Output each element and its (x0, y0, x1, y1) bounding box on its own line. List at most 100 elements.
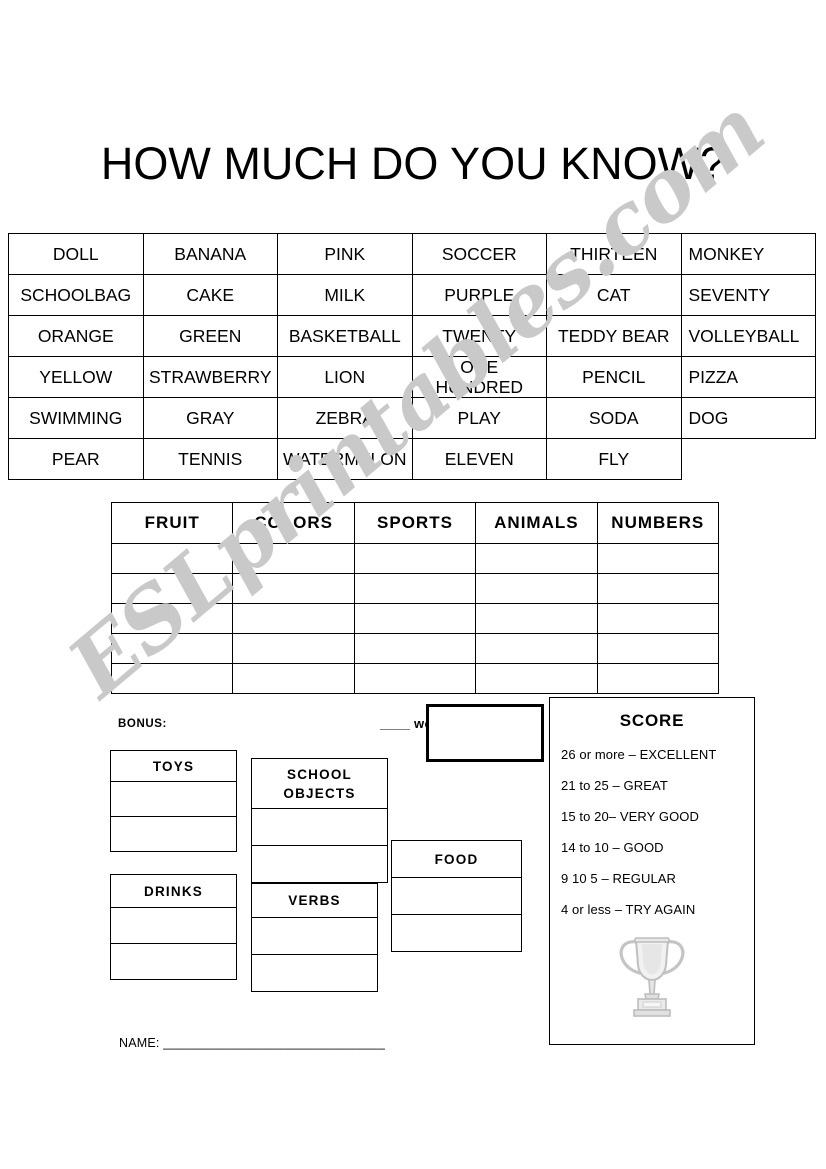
answer-cell[interactable] (110, 573, 234, 604)
word-cell: MILK (277, 274, 413, 316)
word-cell: PEAR (8, 438, 144, 480)
answer-cell[interactable] (475, 543, 598, 574)
answer-cell[interactable] (596, 543, 720, 574)
word-cell: VOLLEYBALL (680, 315, 816, 357)
answer-cell[interactable] (353, 633, 477, 664)
score-line: 21 to 25 – GREAT (561, 778, 668, 793)
table-row: PEAR TENNIS WATERMELON ELEVEN FLY (8, 438, 816, 480)
word-cell: MONKEY (680, 233, 816, 275)
table-row (391, 914, 522, 952)
category-header-numbers: NUMBERS (596, 502, 720, 544)
answer-cell[interactable] (110, 943, 237, 980)
table-header-row: SCHOOL OBJECTS (251, 758, 388, 809)
answer-cell[interactable] (475, 633, 598, 664)
categories-table: FRUIT COLORS SPORTS ANIMALS NUMBERS (110, 502, 720, 694)
word-cell: TWENTY (411, 315, 547, 357)
answer-cell[interactable] (232, 663, 355, 694)
table-header-row: TOYS (110, 750, 237, 782)
category-header-colors: COLORS (232, 502, 355, 544)
answer-cell[interactable] (251, 845, 388, 883)
score-line: 26 or more – EXCELLENT (561, 747, 717, 762)
score-title: SCORE (619, 711, 685, 730)
table-row (110, 663, 720, 694)
table-row (110, 816, 237, 852)
answer-cell[interactable] (232, 603, 355, 634)
bonus-header-verbs: VERBS (251, 883, 378, 918)
table-row: ORANGE GREEN BASKETBALL TWENTY TEDDY BEA… (8, 315, 816, 357)
word-cell: CAKE (142, 274, 278, 316)
table-header-row: DRINKS (110, 874, 237, 908)
table-row (391, 877, 522, 915)
answer-cell[interactable] (110, 603, 234, 634)
answer-cell[interactable] (391, 914, 522, 952)
bonus-header-school-objects: SCHOOL OBJECTS (251, 758, 388, 809)
word-cell: SCHOOLBAG (8, 274, 144, 316)
bonus-box-drinks: DRINKS (110, 874, 237, 980)
table-header-row: FRUIT COLORS SPORTS ANIMALS NUMBERS (110, 502, 720, 544)
word-cell: STRAWBERRY (142, 356, 278, 398)
answer-cell[interactable] (232, 633, 355, 664)
table-row (110, 943, 237, 980)
answer-cell[interactable] (596, 603, 720, 634)
table-row (110, 781, 237, 817)
word-cell-empty (681, 439, 816, 480)
table-header-row: FOOD (391, 840, 522, 878)
bonus-box-verbs: VERBS (251, 883, 378, 992)
answer-cell[interactable] (353, 573, 477, 604)
table-header-row: VERBS (251, 883, 378, 918)
score-line: 4 or less – TRY AGAIN (561, 902, 696, 917)
table-row (110, 907, 237, 944)
words-table: DOLL BANANA PINK SOCCER THIRTEEN MONKEY … (8, 233, 816, 480)
bonus-box-school-objects: SCHOOL OBJECTS (251, 758, 388, 883)
answer-cell[interactable] (110, 543, 234, 574)
score-line: 15 to 20– VERY GOOD (561, 809, 699, 824)
answer-cell[interactable] (353, 663, 477, 694)
answer-cell[interactable] (110, 781, 237, 817)
word-cell: DOG (680, 397, 816, 439)
answer-cell[interactable] (110, 633, 234, 664)
table-row: DOLL BANANA PINK SOCCER THIRTEEN MONKEY (8, 233, 816, 275)
answer-cell[interactable] (232, 543, 355, 574)
word-cell: PLAY (411, 397, 547, 439)
answer-cell[interactable] (353, 603, 477, 634)
table-row (251, 917, 378, 955)
answer-cell[interactable] (596, 663, 720, 694)
bonus-words-count-box[interactable] (426, 704, 544, 762)
table-row (251, 954, 378, 992)
score-line: 9 10 5 – REGULAR (561, 871, 677, 886)
word-cell: TENNIS (142, 438, 278, 480)
answer-cell[interactable] (110, 663, 234, 694)
table-row (110, 603, 720, 634)
word-cell: DOLL (8, 233, 144, 275)
answer-cell[interactable] (353, 543, 477, 574)
answer-cell[interactable] (596, 633, 720, 664)
word-cell: YELLOW (8, 356, 144, 398)
answer-cell[interactable] (251, 917, 378, 955)
word-cell: ORANGE (8, 315, 144, 357)
answer-cell[interactable] (110, 907, 237, 944)
table-row (251, 845, 388, 883)
answer-cell[interactable] (110, 816, 237, 852)
bonus-header-line-2: OBJECTS (283, 785, 356, 801)
answer-cell[interactable] (232, 573, 355, 604)
word-cell: FLY (546, 438, 682, 480)
name-line: NAME: _______________________________ (119, 1036, 385, 1050)
word-cell: PIZZA (680, 356, 816, 398)
answer-cell[interactable] (391, 877, 522, 915)
answer-cell[interactable] (251, 954, 378, 992)
answer-cell[interactable] (475, 573, 598, 604)
category-header-sports: SPORTS (353, 502, 477, 544)
word-cell: PENCIL (546, 356, 682, 398)
score-line: 14 to 10 – GOOD (561, 840, 664, 855)
answer-cell[interactable] (475, 603, 598, 634)
bonus-header-line-1: SCHOOL (287, 766, 352, 782)
word-cell: PINK (277, 233, 413, 275)
bonus-header-food: FOOD (391, 840, 522, 878)
table-row: YELLOW STRAWBERRY LION ONE HUNDRED PENCI… (8, 356, 816, 398)
answer-cell[interactable] (475, 663, 598, 694)
trophy-icon (550, 929, 754, 1024)
answer-cell[interactable] (251, 808, 388, 846)
word-cell: WATERMELON (277, 438, 413, 480)
word-cell: TEDDY BEAR (546, 315, 682, 357)
answer-cell[interactable] (596, 573, 720, 604)
